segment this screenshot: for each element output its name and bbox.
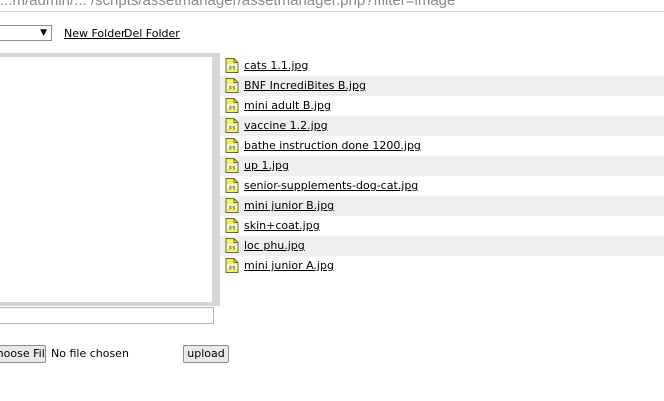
no-file-chosen-label: No file chosen (51, 347, 129, 360)
file-row[interactable]: jpg bathe instruction done 1200.jpg (220, 136, 664, 156)
file-row[interactable]: jpg BNF IncrediBites B.jpg (220, 76, 664, 96)
file-name-link[interactable]: senior-supplements-dog-cat.jpg (244, 179, 418, 192)
file-row[interactable]: jpg mini junior A.jpg (220, 256, 664, 276)
jpg-file-icon: jpg (225, 178, 239, 193)
jpg-file-icon: jpg (225, 218, 239, 233)
svg-text:jpg: jpg (228, 164, 236, 169)
file-name-link[interactable]: cats 1.1.jpg (244, 59, 308, 72)
svg-text:jpg: jpg (228, 64, 236, 69)
svg-text:jpg: jpg (228, 264, 236, 269)
new-folder-link[interactable]: New Folder (64, 27, 125, 40)
file-name-link[interactable]: mini junior B.jpg (244, 199, 334, 212)
choose-file-button[interactable]: Choose File (0, 345, 46, 363)
browser-url-bar[interactable]: ...m/admin/... /scripts/assetmanager/ass… (0, 0, 664, 12)
file-name-link[interactable]: mini adult B.jpg (244, 99, 331, 112)
svg-text:jpg: jpg (228, 224, 236, 229)
file-name-link[interactable]: BNF IncrediBites B.jpg (244, 79, 366, 92)
file-row[interactable]: jpg vaccine 1.2.jpg (220, 116, 664, 136)
svg-text:jpg: jpg (228, 104, 236, 109)
svg-text:jpg: jpg (228, 244, 236, 249)
jpg-file-icon: jpg (225, 198, 239, 213)
file-name-link[interactable]: bathe instruction done 1200.jpg (244, 139, 421, 152)
file-name-link[interactable]: mini junior A.jpg (244, 259, 334, 272)
file-row[interactable]: jpg mini adult B.jpg (220, 96, 664, 116)
jpg-file-icon: jpg (225, 158, 239, 173)
jpg-file-icon: jpg (225, 138, 239, 153)
jpg-file-icon: jpg (225, 238, 239, 253)
file-name-link[interactable]: up 1.jpg (244, 159, 289, 172)
jpg-file-icon: jpg (225, 118, 239, 133)
file-row[interactable]: jpg senior-supplements-dog-cat.jpg (220, 176, 664, 196)
del-folder-link[interactable]: Del Folder (124, 27, 180, 40)
file-name-link[interactable]: skin+coat.jpg (244, 219, 320, 232)
svg-text:jpg: jpg (228, 124, 236, 129)
file-row[interactable]: jpg cats 1.1.jpg (220, 56, 664, 76)
svg-text:jpg: jpg (228, 204, 236, 209)
jpg-file-icon: jpg (225, 58, 239, 73)
jpg-file-icon: jpg (225, 98, 239, 113)
chevron-down-icon: ▼ (40, 28, 47, 38)
file-name-link[interactable]: loc phu.jpg (244, 239, 305, 252)
file-name-link[interactable]: vaccine 1.2.jpg (244, 119, 328, 132)
selected-file-path-input[interactable] (0, 307, 214, 324)
file-row[interactable]: jpg skin+coat.jpg (220, 216, 664, 236)
file-row[interactable]: jpg mini junior B.jpg (220, 196, 664, 216)
folder-select[interactable]: ▼ (0, 25, 52, 41)
svg-text:jpg: jpg (228, 84, 236, 89)
url-text: ...m/admin/... /scripts/assetmanager/ass… (0, 0, 456, 9)
svg-text:jpg: jpg (228, 144, 236, 149)
jpg-file-icon: jpg (225, 78, 239, 93)
file-row[interactable]: jpg up 1.jpg (220, 156, 664, 176)
folder-tree[interactable] (0, 57, 212, 302)
file-list: jpg cats 1.1.jpg jpg BNF IncrediBites B.jpg… (220, 56, 664, 276)
upload-button[interactable]: upload (183, 345, 229, 363)
file-row[interactable]: jpg loc phu.jpg (220, 236, 664, 256)
jpg-file-icon: jpg (225, 258, 239, 273)
svg-text:jpg: jpg (228, 184, 236, 189)
folder-tree-pane (0, 53, 220, 306)
